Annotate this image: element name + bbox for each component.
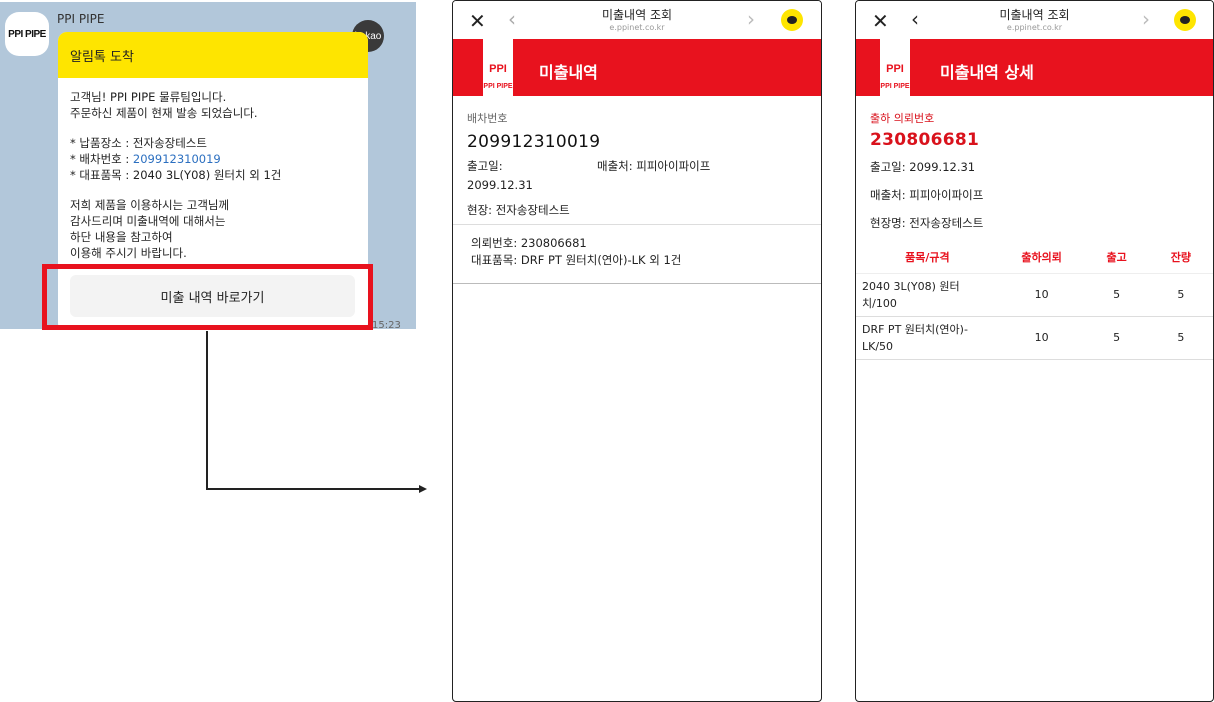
logo-text: PPI bbox=[489, 63, 507, 75]
item-spec-line: 치/100 bbox=[862, 296, 897, 310]
dispatch-number-link[interactable]: 209912310019 bbox=[133, 152, 221, 166]
page-title: 미출내역 조회 bbox=[999, 8, 1070, 22]
message-timestamp: 15:23 bbox=[372, 320, 401, 329]
header-title: 미출내역 bbox=[539, 63, 598, 82]
connector-arrow-icon bbox=[419, 485, 427, 493]
out-date-label: 출고일: bbox=[467, 159, 503, 173]
item-spec-line: DRF PT 원터치(연아)- bbox=[862, 322, 968, 336]
message-line: 감사드리며 미출내역에 대해서는 bbox=[70, 214, 226, 228]
page-title: 미출내역 조회 bbox=[601, 8, 673, 22]
out-date-value: 2099.12.31 bbox=[467, 178, 533, 192]
request-qty-cell: 10 bbox=[998, 316, 1085, 360]
item-spec-cell: 2040 3L(Y08) 원터치/100 bbox=[856, 273, 999, 317]
highlight-box bbox=[42, 264, 373, 330]
item-table: 품목/규격 출하의뢰 출고 잔량 2040 3L(Y08) 원터치/100 10… bbox=[856, 241, 1213, 360]
request-qty-cell: 10 bbox=[998, 273, 1085, 317]
connector-line bbox=[206, 488, 420, 490]
forward-icon[interactable]: › bbox=[1142, 7, 1150, 31]
logo-text: PPI bbox=[886, 63, 904, 75]
item-spec-line: LK/50 bbox=[862, 339, 894, 353]
column-header: 출하의뢰 bbox=[998, 241, 1085, 274]
out-qty-cell: 5 bbox=[1084, 316, 1149, 360]
seller: 매출처: 피피아이파이프 bbox=[870, 188, 984, 202]
unshipped-list-screen: ✕ ‹ 미출내역 조회 e.ppinet.co.kr › PPI PPI PIP… bbox=[452, 0, 822, 702]
message-body: 고객님! PPI PIPE 물류팀입니다. 주문하신 제품이 현재 발송 되었습… bbox=[58, 78, 368, 272]
message-line: 주문하신 제품이 현재 발송 되었습니다. bbox=[70, 106, 258, 120]
dispatch-label: * 배차번호 : bbox=[70, 152, 133, 166]
out-date: 출고일: 2099.12.31 bbox=[870, 160, 976, 174]
message-line: 고객님! PPI PIPE 물류팀입니다. bbox=[70, 90, 227, 104]
column-header: 출고 bbox=[1084, 241, 1149, 274]
item-spec-line: 2040 3L(Y08) 원터 bbox=[862, 279, 960, 293]
browser-topbar: ✕ ‹ 미출내역 조회 e.ppinet.co.kr › bbox=[453, 1, 821, 39]
page-header: PPI PPI PIPE 미출내역 상세 bbox=[856, 39, 1213, 96]
site: 현장: 전자송장테스트 bbox=[467, 203, 570, 217]
sender-name: PPI PIPE bbox=[57, 12, 105, 26]
logo-subtext: PPI PIPE bbox=[483, 83, 513, 90]
column-header: 잔량 bbox=[1148, 241, 1213, 274]
message-line: 하단 내용을 참고하여 bbox=[70, 230, 173, 244]
request-detail: 출하 의뢰번호 230806681 출고일: 2099.12.31 매출처: 피… bbox=[856, 96, 1213, 231]
browser-topbar: ✕ ‹ 미출내역 조회 e.ppinet.co.kr › bbox=[856, 1, 1213, 39]
dispatch-summary: 배차번호 209912310019 출고일: 2099.12.31 매출처: 피… bbox=[453, 96, 821, 218]
request-number: 의뢰번호: 230806681 bbox=[471, 236, 587, 250]
seller: 매출처: 피피아이파이프 bbox=[597, 159, 711, 173]
header-title: 미출내역 상세 bbox=[940, 63, 1034, 82]
kakaotalk-icon[interactable] bbox=[1174, 9, 1196, 31]
connector-line bbox=[206, 331, 208, 489]
table-row: 2040 3L(Y08) 원터치/100 10 5 5 bbox=[856, 273, 1213, 317]
item-spec-cell: DRF PT 원터치(연아)- LK/50 bbox=[856, 316, 999, 360]
request-number-label: 출하 의뢰번호 bbox=[870, 112, 935, 125]
table-header-row: 품목/규격 출하의뢰 출고 잔량 bbox=[856, 241, 1213, 274]
page-url: e.ppinet.co.kr bbox=[1006, 23, 1063, 32]
message-field-place: * 납품장소 : 전자송장테스트 bbox=[70, 136, 207, 150]
column-header: 품목/규격 bbox=[856, 241, 999, 274]
out-qty-cell: 5 bbox=[1084, 273, 1149, 317]
page-header: PPI PPI PIPE 미출내역 bbox=[453, 39, 821, 96]
kakaotalk-icon[interactable] bbox=[781, 9, 803, 31]
unshipped-detail-screen: ✕ ‹ 미출내역 조회 e.ppinet.co.kr › PPI PPI PIP… bbox=[855, 0, 1214, 702]
request-list-item[interactable]: 의뢰번호: 230806681 대표품목: DRF PT 원터치(연아)-LK … bbox=[453, 224, 821, 284]
ppi-logo: PPI PPI PIPE bbox=[878, 39, 912, 96]
sender-avatar[interactable]: PPI PIPE bbox=[5, 12, 49, 56]
forward-icon[interactable]: › bbox=[747, 7, 755, 31]
message-line: 저희 제품을 이용하시는 고객님께 bbox=[70, 198, 230, 212]
ppi-logo: PPI PPI PIPE bbox=[481, 39, 515, 96]
message-field-dispatch: * 배차번호 : 209912310019 bbox=[70, 151, 356, 167]
site: 현장명: 전자송장테스트 bbox=[870, 216, 984, 230]
logo-subtext: PPI PIPE bbox=[880, 83, 910, 90]
table-row: DRF PT 원터치(연아)- LK/50 10 5 5 bbox=[856, 316, 1213, 360]
message-field-item: * 대표품목 : 2040 3L(Y08) 원터치 외 1건 bbox=[70, 168, 282, 182]
message-line: 이용해 주시기 바랍니다. bbox=[70, 246, 187, 260]
representative-item: 대표품목: DRF PT 원터치(연아)-LK 외 1건 bbox=[471, 253, 682, 267]
out-date-row: 출고일: 2099.12.31 매출처: 피피아이파이프 bbox=[467, 158, 807, 192]
remain-qty-cell: 5 bbox=[1148, 316, 1213, 360]
message-title: 알림톡 도착 bbox=[58, 32, 368, 78]
request-number: 230806681 bbox=[870, 130, 980, 150]
dispatch-number-label: 배차번호 bbox=[467, 112, 508, 125]
dispatch-number: 209912310019 bbox=[467, 132, 601, 152]
avatar-logo-text: PPI PIPE bbox=[8, 28, 46, 40]
remain-qty-cell: 5 bbox=[1148, 273, 1213, 317]
page-url: e.ppinet.co.kr bbox=[609, 23, 665, 32]
